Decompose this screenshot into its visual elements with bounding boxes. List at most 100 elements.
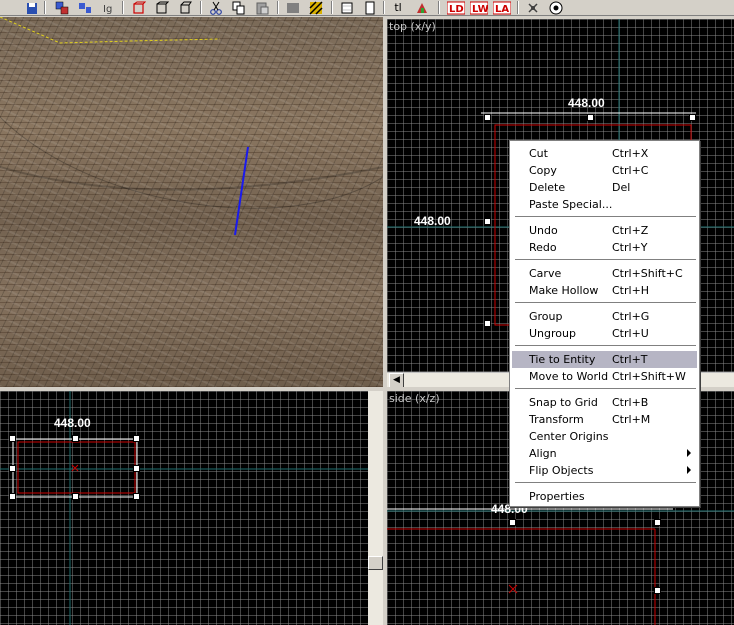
toggle-face-icon[interactable] bbox=[131, 0, 147, 15]
menu-item-move-to-world[interactable]: Move to World Ctrl+Shift+W bbox=[512, 368, 697, 385]
front-view-viewport[interactable]: 448.00 bbox=[0, 391, 368, 625]
height-dimension: 448.00 bbox=[414, 214, 451, 228]
menu-item-shortcut: Ctrl+H bbox=[612, 284, 650, 297]
menu-item-align[interactable]: Align bbox=[512, 445, 697, 462]
menu-item-tie-to-entity[interactable]: Tie to Entity Ctrl+T bbox=[512, 351, 697, 368]
toolbar-separator bbox=[331, 1, 333, 14]
texture-lock-icon[interactable] bbox=[285, 0, 301, 15]
resize-handle[interactable] bbox=[133, 435, 140, 442]
toolbar-separator bbox=[200, 1, 202, 14]
resize-handle[interactable] bbox=[9, 465, 16, 472]
resize-handle[interactable] bbox=[654, 519, 661, 526]
menu-item-shortcut: Del bbox=[612, 181, 631, 194]
menu-item-label: Copy bbox=[529, 164, 557, 177]
entity-icon[interactable] bbox=[414, 0, 430, 15]
resize-handle[interactable] bbox=[689, 114, 696, 121]
ignore-groups-icon[interactable]: Ig bbox=[100, 0, 116, 15]
menu-separator bbox=[515, 302, 696, 304]
menu-item-delete[interactable]: Delete Del bbox=[512, 179, 697, 196]
tl-label: tl bbox=[394, 1, 402, 14]
menu-item-label: Cut bbox=[529, 147, 548, 160]
menu-item-ungroup[interactable]: Ungroup Ctrl+U bbox=[512, 325, 697, 342]
resize-handle[interactable] bbox=[133, 465, 140, 472]
menu-item-paste-special[interactable]: Paste Special... bbox=[512, 196, 697, 213]
menu-item-label: Redo bbox=[529, 241, 557, 254]
menu-item-cut[interactable]: Cut Ctrl+X bbox=[512, 145, 697, 162]
copy-icon[interactable] bbox=[231, 0, 247, 15]
menu-item-label: Move to World bbox=[529, 370, 609, 383]
menu-item-copy[interactable]: Copy Ctrl+C bbox=[512, 162, 697, 179]
tl-icon[interactable]: tl bbox=[390, 0, 406, 15]
menu-item-center-origins[interactable]: Center Origins bbox=[512, 428, 697, 445]
camera-3d-viewport[interactable] bbox=[0, 17, 383, 387]
menu-item-label: Undo bbox=[529, 224, 558, 237]
load-all-icon[interactable]: LA bbox=[492, 0, 512, 15]
front-view-vertical-scrollbar[interactable] bbox=[368, 388, 383, 625]
resize-handle[interactable] bbox=[72, 493, 79, 500]
hammer-editor-window: Ig tl LD LW LA top (x/y) 448.00 448.00 ◀… bbox=[0, 0, 734, 625]
scrollbar-thumb[interactable] bbox=[368, 556, 383, 570]
resize-handle[interactable] bbox=[484, 320, 491, 327]
toggle-grid-icon[interactable] bbox=[362, 0, 378, 15]
load-window-state-icon[interactable]: LD bbox=[446, 0, 466, 15]
menu-item-flip-objects[interactable]: Flip Objects bbox=[512, 462, 697, 479]
menu-item-group[interactable]: Group Ctrl+G bbox=[512, 308, 697, 325]
svg-text:LD: LD bbox=[449, 4, 464, 15]
menu-separator bbox=[515, 259, 696, 261]
submenu-arrow-icon bbox=[687, 449, 691, 457]
paste-icon[interactable] bbox=[254, 0, 270, 15]
menu-item-label: Properties bbox=[529, 490, 585, 503]
menu-item-label: Delete bbox=[529, 181, 566, 194]
cut-icon[interactable] bbox=[208, 0, 224, 15]
menu-item-shortcut: Ctrl+T bbox=[612, 353, 648, 366]
group-icon[interactable] bbox=[54, 0, 70, 15]
scroll-left-button[interactable]: ◀ bbox=[389, 373, 404, 388]
menu-item-properties[interactable]: Properties bbox=[512, 488, 697, 505]
menu-item-shortcut: Ctrl+Shift+W bbox=[612, 370, 686, 383]
menu-item-make-hollow[interactable]: Make Hollow Ctrl+H bbox=[512, 282, 697, 299]
menu-item-shortcut: Ctrl+Y bbox=[612, 241, 648, 254]
menu-separator bbox=[515, 345, 696, 347]
toolbar-separator bbox=[122, 1, 124, 14]
menu-item-label: Tie to Entity bbox=[529, 353, 596, 366]
menu-item-label: Paste Special... bbox=[529, 198, 613, 211]
menu-item-label: Transform bbox=[529, 413, 584, 426]
menu-item-undo[interactable]: Undo Ctrl+Z bbox=[512, 222, 697, 239]
toolbar-separator bbox=[438, 1, 440, 14]
resize-handle[interactable] bbox=[9, 493, 16, 500]
resize-handle[interactable] bbox=[484, 218, 491, 225]
resize-handle[interactable] bbox=[72, 435, 79, 442]
menu-item-shortcut: Ctrl+Z bbox=[612, 224, 649, 237]
carve-icon[interactable] bbox=[154, 0, 170, 15]
menu-item-label: Make Hollow bbox=[529, 284, 599, 297]
menu-separator bbox=[515, 216, 696, 218]
menu-item-shortcut: Ctrl+Shift+C bbox=[612, 267, 683, 280]
hide-items-icon[interactable] bbox=[308, 0, 324, 15]
menu-item-label: Group bbox=[529, 310, 563, 323]
hollow-icon[interactable] bbox=[177, 0, 193, 15]
ungroup-icon[interactable] bbox=[77, 0, 93, 15]
menu-item-redo[interactable]: Redo Ctrl+Y bbox=[512, 239, 697, 256]
resize-handle[interactable] bbox=[9, 435, 16, 442]
svg-text:LW: LW bbox=[472, 4, 488, 15]
main-toolbar: Ig tl LD LW LA bbox=[0, 0, 734, 16]
resize-handle[interactable] bbox=[587, 114, 594, 121]
resize-handle[interactable] bbox=[654, 587, 661, 594]
snap-grid-icon[interactable] bbox=[339, 0, 355, 15]
run-map-icon[interactable] bbox=[525, 0, 541, 15]
resize-handle[interactable] bbox=[484, 114, 491, 121]
menu-item-label: Align bbox=[529, 447, 557, 460]
resize-handle[interactable] bbox=[509, 519, 516, 526]
resize-handle[interactable] bbox=[133, 493, 140, 500]
save-icon[interactable] bbox=[24, 0, 40, 15]
save-window-state-icon[interactable]: LW bbox=[469, 0, 489, 15]
menu-item-shortcut: Ctrl+C bbox=[612, 164, 649, 177]
menu-item-snap-to-grid[interactable]: Snap to Grid Ctrl+B bbox=[512, 394, 697, 411]
menu-item-transform[interactable]: Transform Ctrl+M bbox=[512, 411, 697, 428]
menu-item-shortcut: Ctrl+G bbox=[612, 310, 650, 323]
menu-item-carve[interactable]: Carve Ctrl+Shift+C bbox=[512, 265, 697, 282]
width-dimension: 448.00 bbox=[568, 96, 605, 110]
menu-item-label: Flip Objects bbox=[529, 464, 594, 477]
menu-item-label: Ungroup bbox=[529, 327, 576, 340]
compile-icon[interactable] bbox=[548, 0, 564, 15]
